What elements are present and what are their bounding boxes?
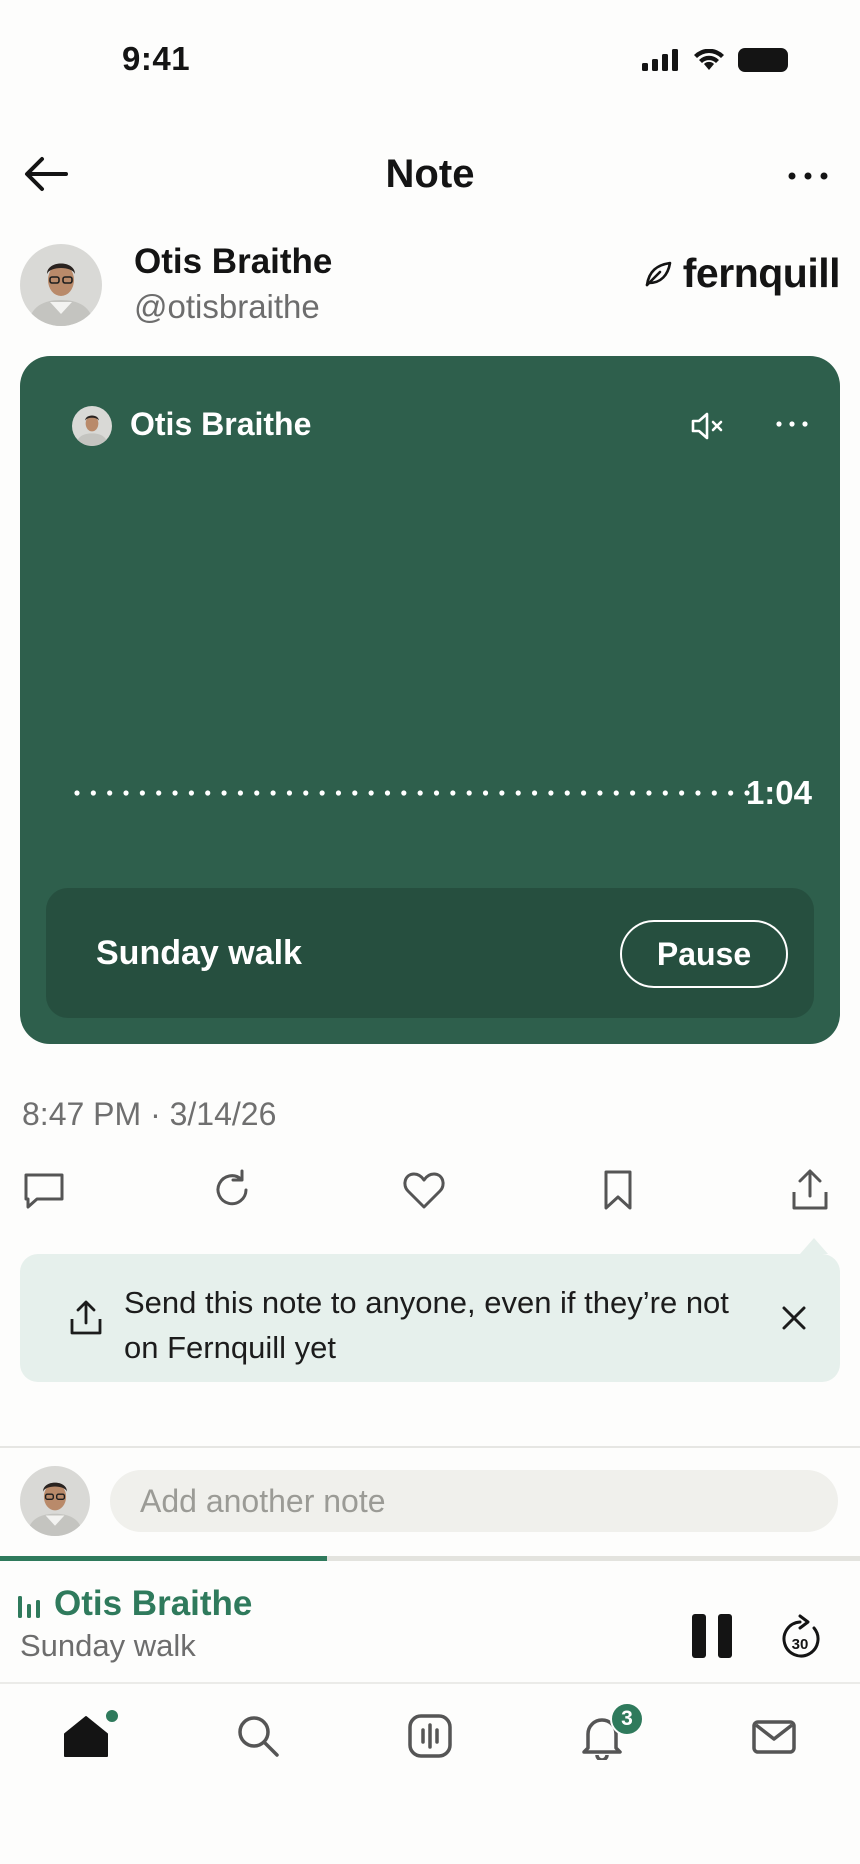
page-title: Note	[385, 152, 475, 196]
waveform-dots[interactable]	[72, 788, 752, 798]
waveform-dot	[580, 790, 587, 796]
waveform-dot	[90, 790, 96, 796]
waveform-dot	[564, 790, 570, 796]
note-title: Sunday walk	[96, 934, 302, 972]
waveform-dot	[482, 790, 489, 796]
status-time: 9:41	[122, 40, 191, 77]
waveform-dot	[384, 790, 391, 796]
pause-button[interactable]: Pause	[620, 920, 788, 988]
compose-avatar	[20, 1466, 90, 1536]
home-icon[interactable]	[62, 1712, 110, 1760]
waveform-dot	[662, 790, 668, 796]
waveform-dot	[630, 790, 636, 796]
waveform-dot	[172, 790, 178, 796]
mail-icon[interactable]	[750, 1712, 798, 1760]
waveform-dot	[450, 790, 456, 796]
divider	[0, 1682, 860, 1684]
playback-progress[interactable]	[0, 1556, 860, 1561]
waveform-dot	[352, 790, 358, 796]
more-icon[interactable]	[786, 160, 830, 192]
waveform-dot	[335, 790, 342, 796]
status-icons	[642, 48, 790, 72]
equalizer-icon	[18, 1596, 40, 1618]
home-indicator-dot	[104, 1708, 120, 1724]
waveform-dot	[188, 790, 194, 796]
waveform-dot	[270, 790, 276, 796]
waveform-dot	[221, 790, 227, 796]
divider	[0, 1446, 860, 1448]
waveform-dot	[695, 790, 701, 796]
waveform-dot	[156, 790, 162, 796]
waveform-dot	[139, 790, 145, 796]
waveform-dot	[368, 790, 374, 796]
waveform-dot	[237, 790, 244, 796]
timestamp: 8:47 PM · 3/14/26	[22, 1096, 277, 1132]
waveform-dot	[597, 790, 603, 796]
waveform-dot	[515, 790, 521, 796]
waveform-dot	[254, 790, 260, 796]
tooltip-text: Send this note to anyone, even if they’r…	[124, 1285, 729, 1365]
waveform-dot	[728, 790, 734, 796]
now-playing-bar: Sunday walk Pause	[46, 888, 814, 1018]
leaf-icon	[645, 261, 672, 286]
waveform-dot	[646, 790, 652, 796]
signal-icon	[642, 49, 678, 71]
brand-logo: fernquill	[643, 250, 841, 297]
share-tooltip: Send this note to anyone, even if they’r…	[20, 1254, 840, 1382]
waveform-dot	[711, 790, 717, 796]
close-icon[interactable]	[776, 1300, 812, 1336]
audio-player-card[interactable]: Otis Braithe 1:04 Sunday walk Pause	[20, 356, 840, 1044]
wifi-icon	[694, 49, 724, 70]
waveform-dot	[107, 790, 113, 796]
waveform-dot	[531, 790, 538, 796]
waveform-dot	[679, 790, 685, 796]
tooltip-arrow	[800, 1238, 828, 1254]
card-avatar	[72, 406, 112, 446]
waveform-dot	[548, 790, 554, 796]
waveform-dot	[401, 790, 407, 796]
waveform-dot	[417, 790, 423, 796]
heart-icon[interactable]	[400, 1166, 448, 1214]
waveform-dot	[319, 790, 325, 796]
compose-input[interactable]	[110, 1470, 838, 1532]
search-icon[interactable]	[234, 1712, 282, 1760]
comment-icon[interactable]	[20, 1166, 68, 1214]
duration: 1:04	[745, 774, 812, 811]
waveform-dot	[499, 790, 505, 796]
battery-icon	[738, 48, 788, 72]
avatar[interactable]	[20, 244, 102, 326]
mini-player-title[interactable]: Sunday walk	[20, 1628, 196, 1664]
skip-forward-30-icon[interactable]: 30	[778, 1612, 822, 1660]
voice-icon[interactable]	[406, 1712, 454, 1760]
mute-icon[interactable]	[690, 410, 726, 442]
share-icon	[70, 1300, 102, 1335]
waveform-dot	[466, 790, 472, 796]
waveform-dot	[74, 790, 80, 796]
mini-player-author[interactable]: Otis Braithe	[54, 1584, 252, 1624]
waveform-dot	[123, 790, 129, 796]
waveform-dot	[286, 790, 293, 796]
playback-progress-fill	[0, 1556, 327, 1561]
brand-name: fernquill	[682, 250, 841, 296]
bookmark-icon[interactable]	[594, 1166, 642, 1214]
pause-icon[interactable]	[690, 1614, 734, 1658]
waveform-dot	[205, 790, 211, 796]
card-author-name: Otis Braithe	[130, 406, 312, 442]
waveform-dot	[433, 790, 440, 796]
waveform-dot	[303, 790, 309, 796]
repost-icon[interactable]	[208, 1166, 256, 1214]
skip-seconds-label: 30	[792, 1636, 809, 1653]
notification-badge: 3	[610, 1702, 644, 1736]
author-name[interactable]: Otis Braithe	[134, 242, 332, 282]
waveform-dot	[613, 790, 619, 796]
author-handle: @otisbraithe	[134, 288, 320, 325]
share-icon[interactable]	[786, 1166, 834, 1214]
card-more-icon[interactable]	[774, 412, 810, 436]
